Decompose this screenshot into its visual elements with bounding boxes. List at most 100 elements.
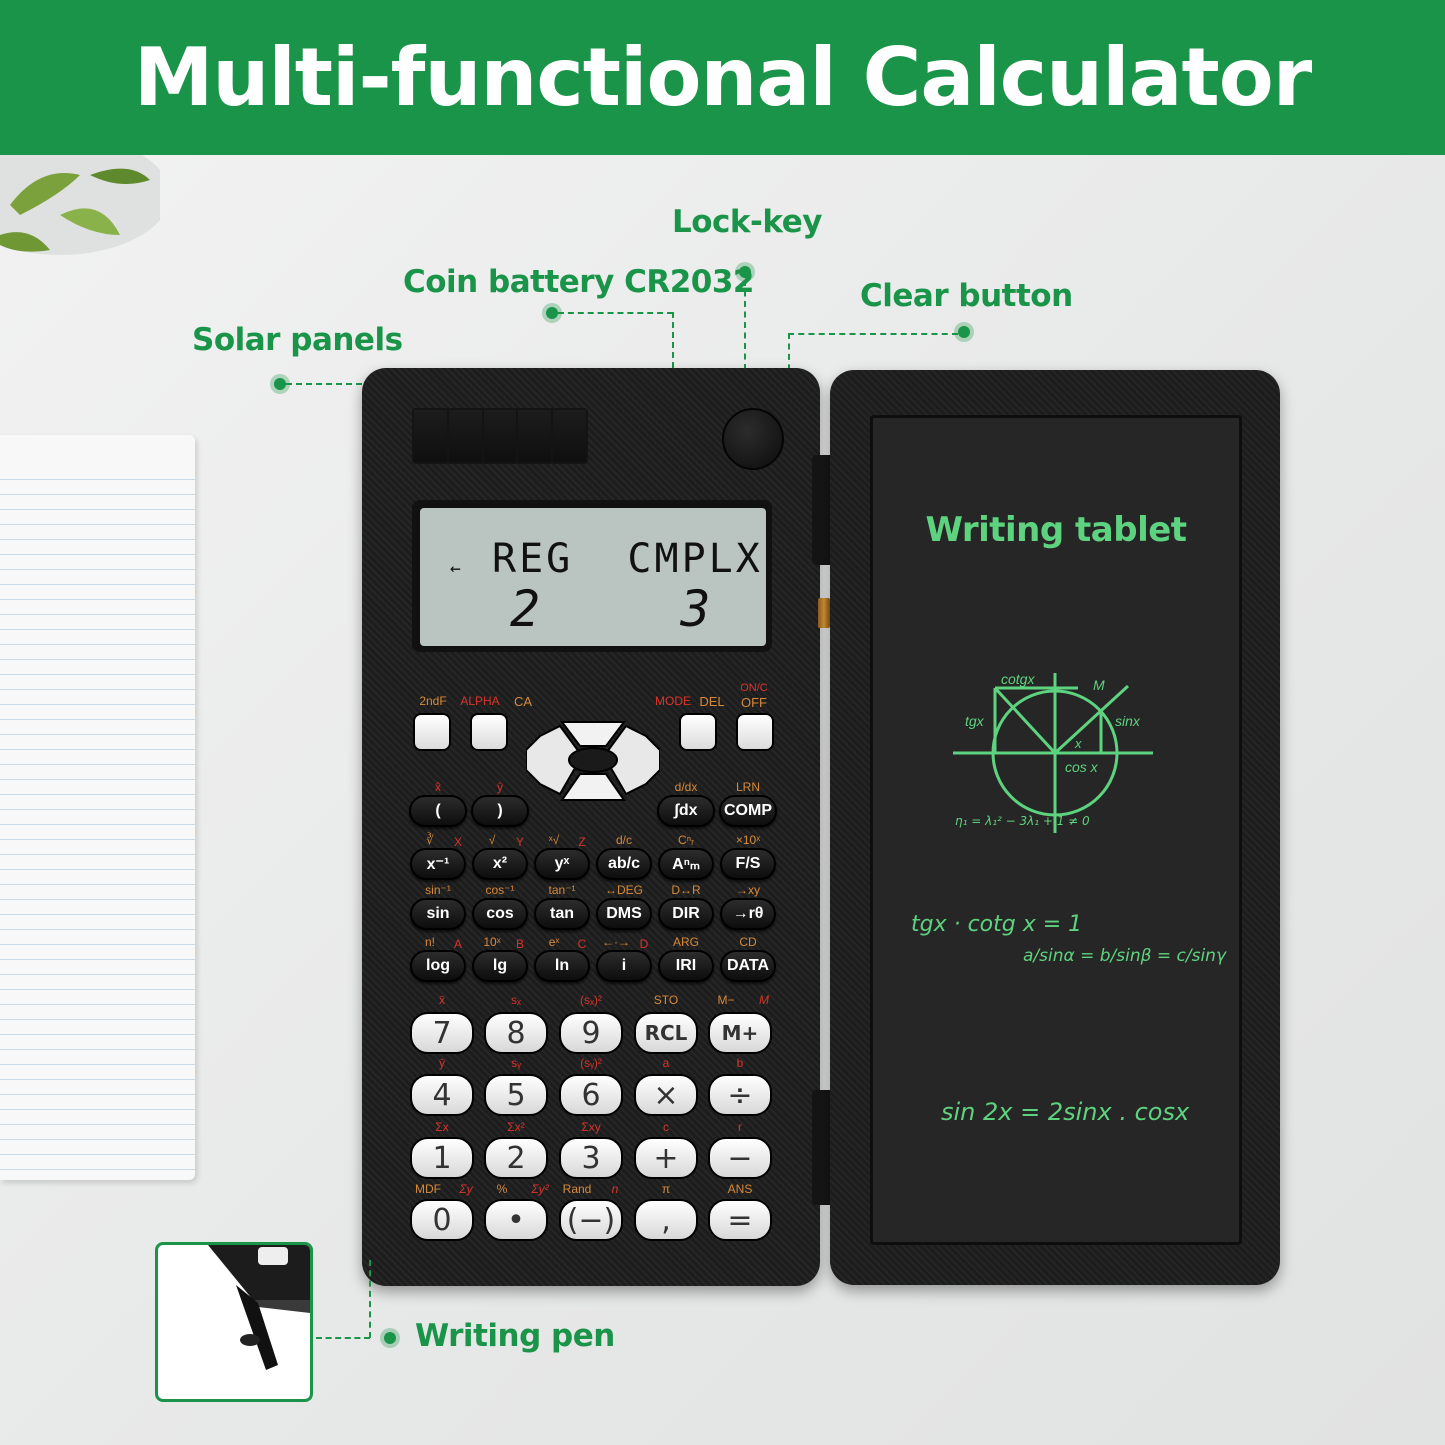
key-0[interactable]: 0: [410, 1199, 474, 1241]
key-sym[interactable]: +: [634, 1137, 698, 1179]
key-sublabel: ANS: [727, 1182, 753, 1196]
key-6[interactable]: 6: [559, 1074, 623, 1116]
key-ln[interactable]: ln: [534, 950, 590, 982]
key-mode[interactable]: [679, 713, 717, 751]
key-y[interactable]: yˣ: [534, 848, 590, 880]
key-dms[interactable]: DMS: [596, 898, 652, 930]
key-comp[interactable]: COMP: [719, 795, 777, 827]
key-f-s[interactable]: F/S: [720, 848, 776, 880]
key-2[interactable]: 2: [484, 1137, 548, 1179]
key-ab-c[interactable]: ab/c: [596, 848, 652, 880]
key-sublabel: ∛: [426, 833, 434, 847]
key-4[interactable]: 4: [410, 1074, 474, 1116]
key-1[interactable]: 1: [410, 1137, 474, 1179]
label-off: OFF: [741, 695, 767, 710]
label-cotgx: cotgx: [1001, 671, 1035, 687]
key-iri[interactable]: IRI: [658, 950, 714, 982]
callout-dot-pen: [384, 1332, 396, 1344]
key-2ndf[interactable]: [413, 713, 451, 751]
key-sym[interactable]: ×: [634, 1074, 698, 1116]
key-dx[interactable]: ∫dx: [657, 795, 715, 827]
key-r[interactable]: →rθ: [720, 898, 776, 930]
key-alpha-label: n: [611, 1182, 619, 1196]
key-log[interactable]: log: [410, 950, 466, 982]
lock-key-button[interactable]: [722, 408, 784, 470]
handwritten-equation-eta: η₁ = λ₁² − 3λ₁ + 1 ≠ 0: [955, 814, 1090, 828]
key-sublabel: Σx²: [507, 1120, 525, 1134]
key-sublabel: b: [736, 1056, 744, 1070]
plant-decoration: [0, 155, 160, 255]
key-sublabel: M−: [717, 993, 735, 1007]
key-alpha-label: C: [577, 937, 587, 951]
key-7[interactable]: 7: [410, 1012, 474, 1054]
label-sinx: sinx: [1115, 713, 1141, 729]
handwritten-formula-sin2x: sin 2x = 2sinx . cosx: [941, 1098, 1190, 1126]
key-sublabel: (sᵧ)²: [580, 1056, 602, 1070]
key-sublabel: 10ˣ: [483, 935, 501, 949]
trig-circle-diagram: cotgx tgx M sinx x cos x: [953, 671, 1153, 833]
key-sublabel: x̄: [439, 993, 445, 1007]
callout-dot-clear: [958, 326, 970, 338]
key-tan[interactable]: tan: [534, 898, 590, 930]
key-sublabel: c: [663, 1120, 669, 1134]
key-x[interactable]: x⁻¹: [410, 848, 466, 880]
key-sublabel: cos⁻¹: [485, 883, 515, 897]
key-sublabel: %: [496, 1182, 508, 1196]
key-sublabel: MDF: [415, 1182, 441, 1196]
key-dir[interactable]: DIR: [658, 898, 714, 930]
callout-clear-button: Clear button: [860, 278, 1073, 314]
key-sym[interactable]: ,: [634, 1199, 698, 1241]
label-ca: CA: [513, 694, 533, 709]
key-sym[interactable]: −: [708, 1137, 772, 1179]
key-a[interactable]: Aⁿₘ: [658, 848, 714, 880]
key-5[interactable]: 5: [484, 1074, 548, 1116]
key-alpha-label: D: [639, 937, 649, 951]
key-sym[interactable]: ÷: [708, 1074, 772, 1116]
key-sym[interactable]: =: [708, 1199, 772, 1241]
key-cos[interactable]: cos: [472, 898, 528, 930]
lcd-display: ← REG CMPLX 2 3: [420, 508, 766, 646]
navigation-dpad[interactable]: [526, 716, 660, 804]
key-sublabel: sₓ: [511, 993, 521, 1007]
key-sublabel: π: [661, 1182, 671, 1196]
banner-title: Multi-functional Calculator: [133, 31, 1312, 124]
key-3[interactable]: 3: [559, 1137, 623, 1179]
dpad-down[interactable]: [560, 773, 626, 801]
key-9[interactable]: 9: [559, 1012, 623, 1054]
key-sublabel: ȳ: [439, 1056, 445, 1070]
key-sublabel: ARG: [672, 935, 700, 949]
leader-line-battery-v: [672, 312, 674, 368]
key-sym[interactable]: •: [484, 1199, 548, 1241]
key-sublabel: (sₓ)²: [580, 993, 602, 1007]
callout-solar-panels: Solar panels: [192, 322, 403, 358]
key-sym[interactable]: (−): [559, 1199, 623, 1241]
key-alpha[interactable]: [470, 713, 508, 751]
key-m[interactable]: M+: [708, 1012, 772, 1054]
key-sym[interactable]: ): [471, 795, 529, 827]
callout-lock-key: Lock-key: [672, 204, 822, 240]
key-rcl[interactable]: RCL: [634, 1012, 698, 1054]
key-alpha-label: M: [759, 993, 769, 1007]
key-x[interactable]: x²: [472, 848, 528, 880]
leader-line-lock: [744, 280, 746, 370]
key-alpha-label: B: [515, 937, 525, 951]
key-sublabel: eˣ: [548, 935, 560, 949]
key-on-off[interactable]: [736, 713, 774, 751]
key-alpha-label: Y: [515, 835, 525, 849]
key-sublabel: sin⁻¹: [425, 883, 451, 897]
lcd-top-line: REG CMPLX: [492, 536, 763, 582]
key-sin[interactable]: sin: [410, 898, 466, 930]
key-i[interactable]: i: [596, 950, 652, 982]
key-sym[interactable]: (: [409, 795, 467, 827]
key-sublabel: STO: [653, 993, 679, 1007]
key-data[interactable]: DATA: [720, 950, 776, 982]
key-alpha-label: Z: [578, 835, 586, 849]
key-sublabel: ←·→: [602, 935, 630, 949]
key-sublabel: Σxy: [581, 1120, 601, 1134]
writing-tablet-screen[interactable]: Writing tablet cotgx tgx M sinx x cos x …: [870, 415, 1242, 1245]
key-lg[interactable]: lg: [472, 950, 528, 982]
key-sublabel: Rand: [562, 1182, 592, 1196]
key-8[interactable]: 8: [484, 1012, 548, 1054]
callout-dot-lock: [739, 266, 751, 278]
key-sublabel: n!: [424, 935, 436, 949]
